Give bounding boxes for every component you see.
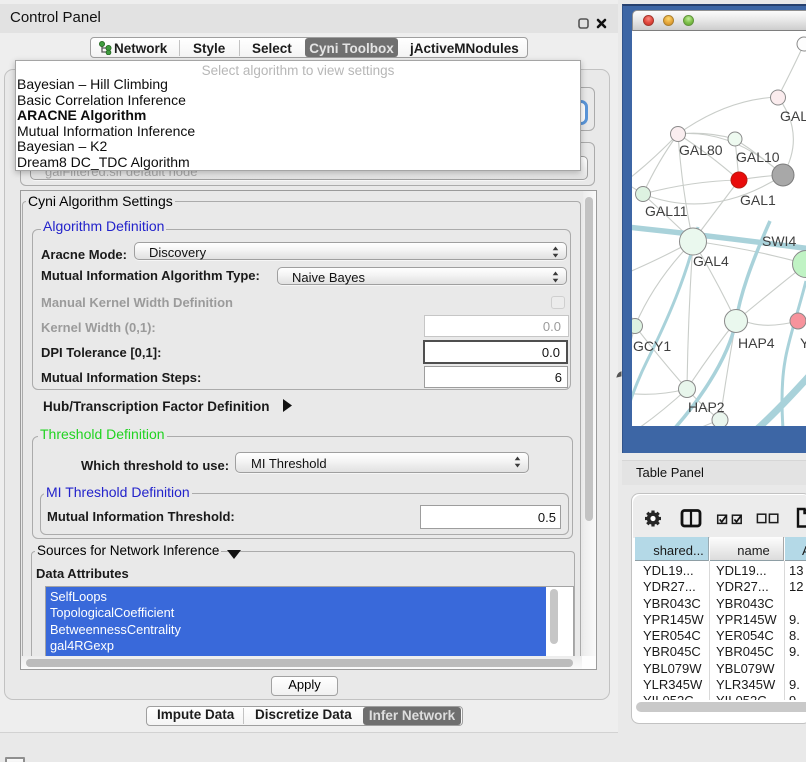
svg-text:GCY1: GCY1 [633, 338, 671, 354]
svg-text:GAL2: GAL2 [780, 108, 806, 124]
svg-text:SWI4: SWI4 [762, 233, 796, 249]
svg-text:GAL1: GAL1 [740, 192, 776, 208]
svg-text:GAL10: GAL10 [736, 149, 780, 165]
svg-text:HAP4: HAP4 [738, 335, 775, 351]
svg-text:HAP2: HAP2 [688, 399, 725, 415]
svg-text:YJ: YJ [800, 335, 806, 351]
svg-text:GAL11: GAL11 [645, 203, 688, 219]
svg-text:GAL80: GAL80 [679, 142, 723, 158]
svg-text:GAL4: GAL4 [693, 253, 729, 269]
